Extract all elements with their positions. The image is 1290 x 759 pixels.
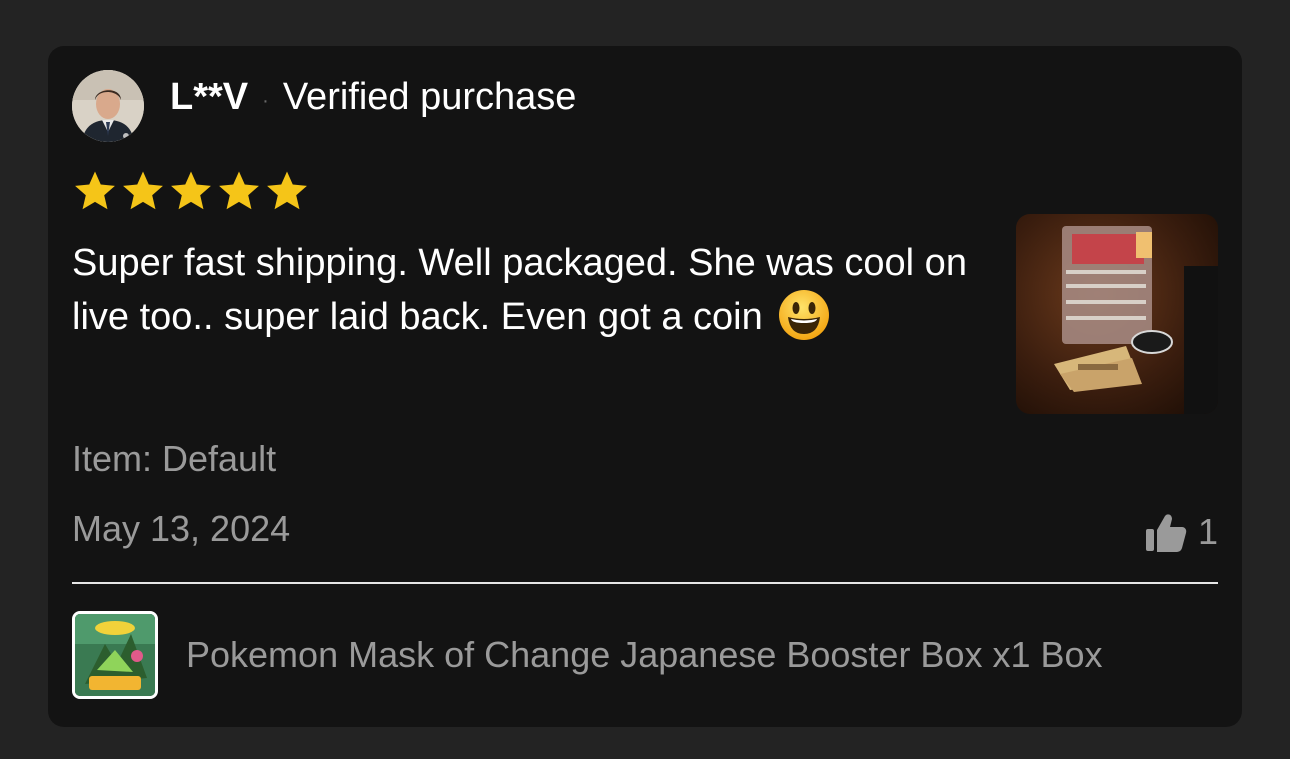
star-rating xyxy=(72,168,310,214)
product-link[interactable]: Pokemon Mask of Change Japanese Booster … xyxy=(72,608,1218,702)
star-icon xyxy=(267,171,307,210)
star-icon xyxy=(123,171,163,210)
reviewer-name[interactable]: L**V xyxy=(170,76,248,119)
avatar[interactable] xyxy=(72,70,144,142)
smiley-face-icon xyxy=(777,288,831,342)
verified-purchase-label: Verified purchase xyxy=(282,75,577,118)
item-variant: Item: Default xyxy=(72,438,277,479)
reviewer-header: L**V · Verified purchase xyxy=(170,72,576,122)
star-icon xyxy=(219,171,259,210)
review-date: May 13, 2024 xyxy=(72,508,291,549)
review-photo[interactable] xyxy=(1016,214,1218,414)
helpful-button[interactable]: 1 xyxy=(1144,510,1218,554)
product-thumbnail[interactable] xyxy=(72,611,158,699)
review-body: Super fast shipping. Well packaged. She … xyxy=(72,236,1012,346)
separator-dot: · xyxy=(262,89,269,112)
helpful-count: 1 xyxy=(1197,511,1218,552)
product-title[interactable]: Pokemon Mask of Change Japanese Booster … xyxy=(186,634,1218,676)
divider xyxy=(72,582,1218,584)
star-icon xyxy=(171,171,211,210)
thumbs-up-icon xyxy=(1144,510,1188,554)
star-icon xyxy=(75,171,115,210)
review-text: Super fast shipping. Well packaged. She … xyxy=(72,242,967,338)
review-card: L**V · Verified purchase Super fast ship… xyxy=(48,46,1242,727)
